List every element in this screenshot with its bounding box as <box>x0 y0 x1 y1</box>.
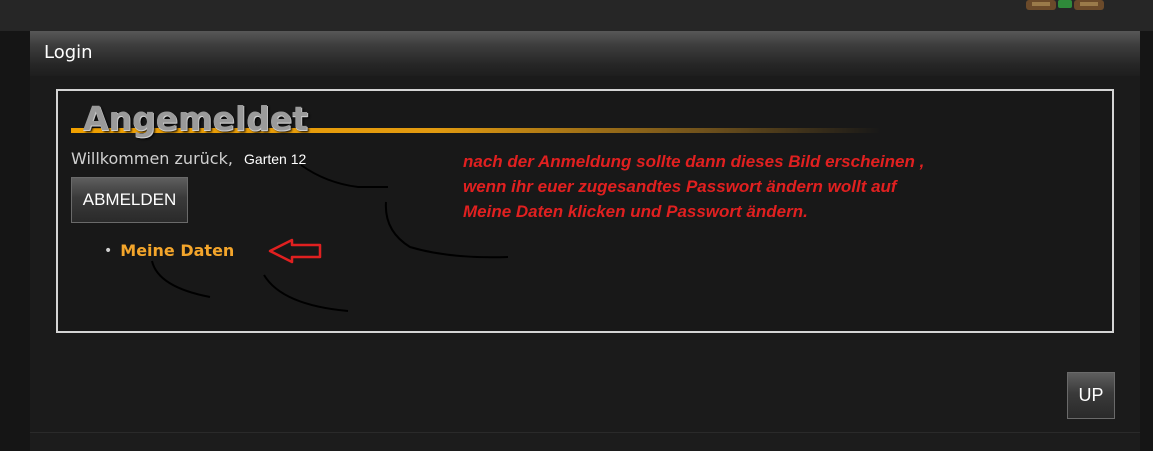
annotation-line: wenn ihr euer zugesandtes Passwort änder… <box>463 177 897 196</box>
panel-header: Login <box>30 31 1140 76</box>
logged-in-heading: Angemeldet <box>71 101 891 137</box>
annotation-line: Meine Daten klicken und Passwort ändern. <box>463 202 808 221</box>
scribble-line <box>151 260 211 298</box>
welcome-message: Willkommen zurück, Garten 12 <box>71 149 306 168</box>
annotation-line: nach der Anmeldung sollte dann dieses Bi… <box>463 152 925 171</box>
panel-title: Login <box>44 42 93 63</box>
left-margin <box>0 31 30 451</box>
login-content-box: Angemeldet Willkommen zurück, Garten 12 … <box>56 89 1114 333</box>
top-bar <box>0 0 1153 31</box>
header-decoration-image <box>1026 0 1104 10</box>
scribble-line <box>263 274 349 312</box>
annotation-note: nach der Anmeldung sollte dann dieses Bi… <box>463 149 1083 224</box>
login-panel: Login Angemeldet Willkommen zurück, Gart… <box>30 31 1140 433</box>
scroll-up-button[interactable]: UP <box>1067 372 1115 419</box>
arrow-icon <box>268 238 322 264</box>
right-margin <box>1140 31 1153 451</box>
list-item: • Meine Daten <box>104 241 234 260</box>
scribble-line <box>300 164 388 188</box>
user-menu: • Meine Daten <box>104 241 234 260</box>
logout-button[interactable]: ABMELDEN <box>71 177 188 223</box>
bullet-icon: • <box>104 242 113 259</box>
username: Garten 12 <box>244 151 307 167</box>
heading-text: Angemeldet <box>83 99 308 138</box>
my-data-link[interactable]: Meine Daten <box>120 241 234 260</box>
welcome-text: Willkommen zurück, <box>71 149 233 168</box>
